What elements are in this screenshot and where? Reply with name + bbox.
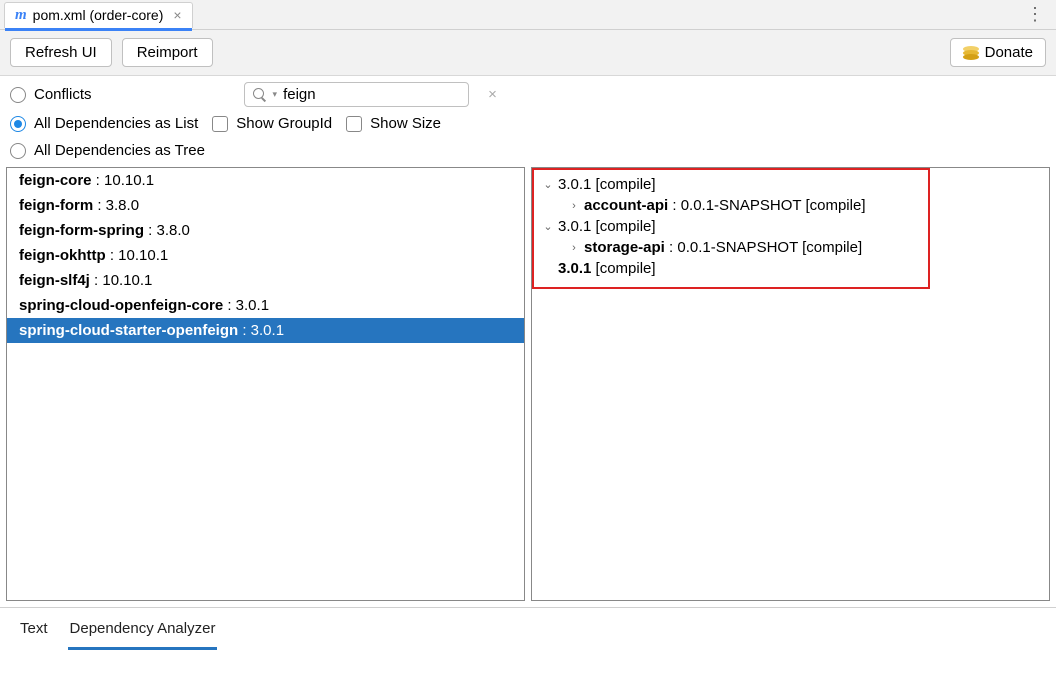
radio-all-list[interactable]: All Dependencies as List [10, 115, 198, 132]
tree-row[interactable]: 3.0.1 [compile] [534, 258, 928, 279]
radio-icon [10, 143, 26, 159]
tree-row[interactable]: ⌄ 3.0.1 [compile] [534, 174, 928, 195]
search-input-wrapper[interactable]: ▾ × [244, 82, 469, 107]
dependency-name: spring-cloud-openfeign-core [19, 297, 223, 314]
refresh-button[interactable]: Refresh UI [10, 38, 112, 67]
dependency-name: feign-core [19, 172, 92, 189]
chevron-down-icon[interactable]: ▾ [273, 89, 278, 100]
tab-dependency-analyzer[interactable]: Dependency Analyzer [68, 616, 218, 650]
maven-icon: m [15, 7, 27, 24]
dependency-name: feign-slf4j [19, 272, 90, 289]
radio-all-tree[interactable]: All Dependencies as Tree [10, 142, 205, 159]
dependency-version: : 3.0.1 [223, 297, 269, 314]
dependency-name: spring-cloud-starter-openfeign [19, 322, 238, 339]
file-tab[interactable]: m pom.xml (order-core) × [4, 2, 193, 28]
tree-row[interactable]: ⌄ 3.0.1 [compile] [534, 216, 928, 237]
dependency-name: feign-okhttp [19, 247, 106, 264]
toolbar: Refresh UI Reimport Donate [0, 30, 1056, 76]
dependency-tree-panel[interactable]: ⌄ 3.0.1 [compile] › account-api : 0.0.1-SNA… [531, 167, 1050, 601]
highlight-box: ⌄ 3.0.1 [compile] › account-api : 0.0.1-SNA… [532, 168, 930, 289]
chevron-right-icon[interactable]: › [568, 200, 580, 212]
filter-row-1: Conflicts ▾ × [0, 76, 1056, 113]
donate-label: Donate [985, 44, 1033, 61]
tree-row-text: storage-api : 0.0.1-SNAPSHOT [compile] [584, 239, 862, 256]
radio-all-tree-label: All Dependencies as Tree [34, 142, 205, 159]
editor-tab-bar: m pom.xml (order-core) × ⋮ [0, 0, 1056, 30]
filter-row-3: All Dependencies as Tree [0, 142, 1056, 167]
chevron-right-icon[interactable]: › [568, 242, 580, 254]
radio-conflicts-label: Conflicts [34, 86, 92, 103]
dependency-version: : 10.10.1 [90, 272, 153, 289]
checkbox-show-groupid-label: Show GroupId [236, 115, 332, 132]
file-tab-title: pom.xml (order-core) [33, 7, 164, 23]
search-input[interactable] [283, 86, 482, 103]
tree-row-text: account-api : 0.0.1-SNAPSHOT [compile] [584, 197, 865, 214]
checkbox-show-size-label: Show Size [370, 115, 441, 132]
dependency-version: : 3.8.0 [93, 197, 139, 214]
dependency-item[interactable]: feign-form : 3.8.0 [7, 193, 524, 218]
donate-icon [963, 46, 979, 60]
dependency-item[interactable]: feign-core : 10.10.1 [7, 168, 524, 193]
dependency-name: feign-form [19, 197, 93, 214]
dependency-item[interactable]: spring-cloud-starter-openfeign : 3.0.1 [7, 318, 524, 343]
bottom-tab-bar: Text Dependency Analyzer [0, 607, 1056, 650]
tree-row-text: 3.0.1 [compile] [558, 218, 656, 235]
donate-button[interactable]: Donate [950, 38, 1046, 67]
more-icon[interactable]: ⋮ [1018, 4, 1052, 25]
radio-all-list-label: All Dependencies as List [34, 115, 198, 132]
checkbox-icon [212, 116, 228, 132]
tree-row[interactable]: › account-api : 0.0.1-SNAPSHOT [compile] [534, 195, 928, 216]
dependency-item[interactable]: feign-slf4j : 10.10.1 [7, 268, 524, 293]
dependency-list-panel[interactable]: feign-core : 10.10.1feign-form : 3.8.0fe… [6, 167, 525, 601]
checkbox-show-groupid[interactable]: Show GroupId [212, 115, 332, 132]
close-icon[interactable]: × [173, 7, 181, 23]
dependency-version: : 10.10.1 [106, 247, 169, 264]
clear-icon[interactable]: × [488, 86, 497, 103]
checkbox-show-size[interactable]: Show Size [346, 115, 441, 132]
radio-icon [10, 116, 26, 132]
tree-row-text: 3.0.1 [compile] [558, 176, 656, 193]
chevron-down-icon[interactable]: ⌄ [542, 220, 554, 233]
filter-row-2: All Dependencies as List Show GroupId Sh… [0, 113, 1056, 142]
search-icon [253, 88, 267, 102]
dependency-item[interactable]: feign-okhttp : 10.10.1 [7, 243, 524, 268]
tree-row[interactable]: › storage-api : 0.0.1-SNAPSHOT [compile] [534, 237, 928, 258]
radio-icon [10, 87, 26, 103]
reimport-button[interactable]: Reimport [122, 38, 213, 67]
dependency-item[interactable]: spring-cloud-openfeign-core : 3.0.1 [7, 293, 524, 318]
checkbox-icon [346, 116, 362, 132]
chevron-down-icon[interactable]: ⌄ [542, 178, 554, 191]
panels: feign-core : 10.10.1feign-form : 3.8.0fe… [0, 167, 1056, 601]
dependency-version: : 3.0.1 [238, 322, 284, 339]
dependency-item[interactable]: feign-form-spring : 3.8.0 [7, 218, 524, 243]
tab-text[interactable]: Text [18, 616, 50, 650]
tree-row-text: 3.0.1 [compile] [558, 260, 656, 277]
dependency-version: : 3.8.0 [144, 222, 190, 239]
dependency-version: : 10.10.1 [92, 172, 155, 189]
radio-conflicts[interactable]: Conflicts [10, 86, 92, 103]
dependency-name: feign-form-spring [19, 222, 144, 239]
